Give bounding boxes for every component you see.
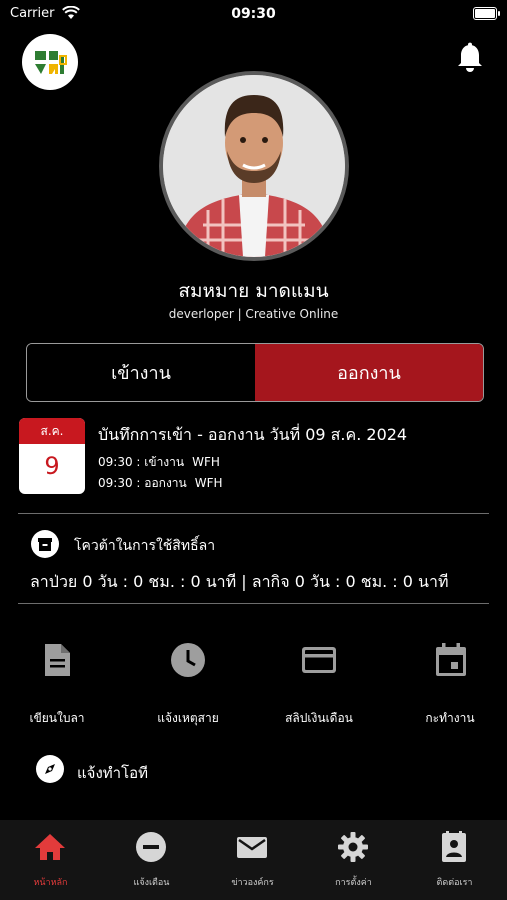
tab-notifications[interactable]: แจ้งเตือน bbox=[101, 820, 202, 900]
tab-settings[interactable]: การตั้งค่า bbox=[303, 820, 404, 900]
divider bbox=[18, 513, 489, 514]
attendance-toggle: เข้างาน ออกงาน bbox=[26, 343, 484, 402]
entry-time: 09:30 bbox=[98, 455, 133, 469]
menu-label-leave-request[interactable]: เขียนใบลา bbox=[2, 709, 112, 728]
calendar-month: ส.ค. bbox=[19, 418, 85, 444]
record-entry: 09:30 : เข้างาน WFH bbox=[98, 455, 220, 469]
calendar-date-icon: ส.ค. 9 bbox=[19, 418, 85, 494]
status-time: 09:30 bbox=[231, 6, 276, 22]
credit-card-icon[interactable] bbox=[299, 640, 339, 680]
check-in-button[interactable]: เข้างาน bbox=[27, 344, 255, 401]
contact-book-icon bbox=[442, 831, 466, 862]
check-out-button[interactable]: ออกงาน bbox=[255, 344, 483, 401]
calendar-day: 9 bbox=[44, 452, 60, 480]
mail-icon bbox=[237, 837, 267, 858]
bottom-tab-bar: หน้าหลัก แจ้งเตือน ข่าวองค์กร การตั้งค่า bbox=[0, 820, 507, 900]
divider bbox=[18, 603, 489, 604]
status-bar: Carrier 09:30 bbox=[0, 0, 507, 28]
clock-icon[interactable] bbox=[168, 640, 208, 680]
tab-label: หน้าหลัก bbox=[33, 878, 68, 888]
document-icon[interactable] bbox=[37, 640, 77, 680]
menu-label-work-shift[interactable]: กะทำงาน bbox=[395, 709, 505, 728]
entry-type: เข้างาน bbox=[144, 455, 185, 469]
calendar-icon[interactable] bbox=[431, 640, 471, 680]
bell-icon[interactable] bbox=[455, 42, 485, 78]
entry-type: ออกงาน bbox=[144, 476, 187, 490]
battery-icon bbox=[473, 7, 500, 20]
leave-quota-title: โควต้าในการใช้สิทธิ์ลา bbox=[74, 538, 216, 554]
tab-contact[interactable]: ติดต่อเรา bbox=[404, 820, 505, 900]
record-title: บันทึกการเข้า - ออกงาน วันที่ 09 ส.ค. 20… bbox=[98, 425, 408, 444]
home-icon bbox=[35, 834, 65, 860]
compass-icon[interactable] bbox=[36, 755, 64, 783]
entry-time: 09:30 bbox=[98, 476, 133, 490]
entry-location: WFH bbox=[192, 455, 220, 469]
report-ot-link[interactable]: แจ้งทำโอที bbox=[77, 761, 148, 785]
record-entry: 09:30 : ออกงาน WFH bbox=[98, 476, 223, 490]
tab-news[interactable]: ข่าวองค์กร bbox=[202, 820, 303, 900]
menu-label-payslip[interactable]: สลิปเงินเดือน bbox=[264, 709, 374, 728]
tab-label: แจ้งเตือน bbox=[133, 878, 170, 888]
tab-label: ข่าวองค์กร bbox=[231, 878, 274, 888]
tab-label: ติดต่อเรา bbox=[436, 878, 473, 888]
user-role: deverloper | Creative Online bbox=[168, 307, 339, 321]
company-logo bbox=[22, 34, 78, 90]
profile-avatar[interactable] bbox=[159, 71, 349, 261]
entry-location: WFH bbox=[194, 476, 223, 490]
archive-icon bbox=[31, 530, 59, 558]
tab-label: การตั้งค่า bbox=[335, 878, 372, 888]
leave-quota-summary: ลาป่วย 0 วัน : 0 ชม. : 0 นาที | ลากิจ 0 … bbox=[30, 572, 449, 591]
gear-icon bbox=[338, 832, 368, 862]
user-name: สมหมาย มาดแมน bbox=[178, 280, 329, 302]
tab-home[interactable]: หน้าหลัก bbox=[0, 820, 101, 900]
minus-circle-icon bbox=[136, 832, 166, 862]
menu-label-late-report[interactable]: แจ้งเหตุสาย bbox=[133, 709, 243, 728]
